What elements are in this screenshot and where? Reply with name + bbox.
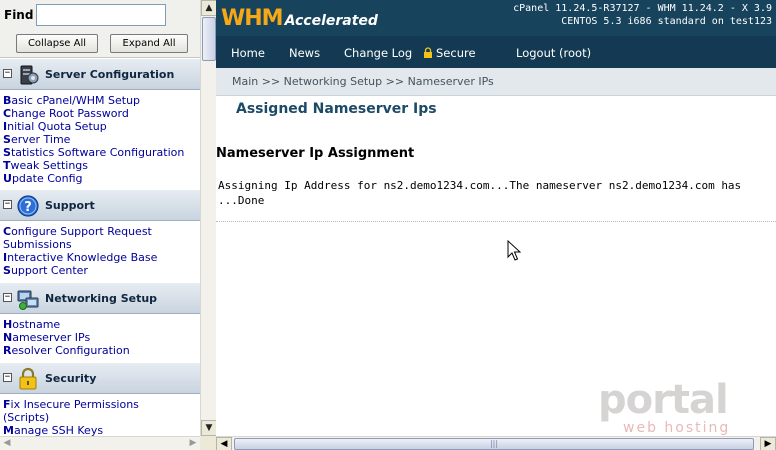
collapse-toggle-icon[interactable]: − bbox=[3, 200, 12, 209]
section-heading: Nameserver Ip Assignment bbox=[216, 146, 415, 161]
sidebar-link-fix-insecure-permissions-cont[interactable]: (Scripts) bbox=[3, 411, 200, 424]
section-header[interactable]: − Server Configuration bbox=[0, 58, 200, 90]
nav-changelog-link[interactable]: Change Log bbox=[344, 46, 412, 60]
section-title: Security bbox=[45, 372, 97, 385]
section-header[interactable]: − Security bbox=[0, 362, 200, 394]
section-title: Server Configuration bbox=[45, 68, 175, 81]
sidebar-link-tweak-settings[interactable]: Tweak Settings bbox=[3, 159, 200, 172]
scroll-right-icon[interactable]: ▶ bbox=[186, 437, 200, 450]
nav-logout-link[interactable]: Logout (root) bbox=[516, 46, 591, 60]
sidebar-link-manage-ssh-keys[interactable]: Manage SSH Keys bbox=[3, 424, 200, 436]
lock-icon bbox=[19, 367, 37, 390]
scroll-up-icon[interactable]: ▲ bbox=[201, 0, 217, 16]
sidebar-link-configure-support-request-cont[interactable]: Submissions bbox=[3, 238, 200, 251]
expand-all-button[interactable]: Expand All bbox=[110, 34, 188, 53]
sidebar-section-security: − Security Fix Insecure Permissions (Scr… bbox=[0, 362, 200, 436]
scroll-right-icon[interactable]: ▶ bbox=[760, 437, 776, 450]
sidebar-link-basic-setup[interactable]: Basic cPanel/WHM Setup bbox=[3, 94, 200, 107]
sidebar-section-support: − ? Support Configure Support Request Su… bbox=[0, 189, 200, 282]
sidebar-link-change-root-password[interactable]: Change Root Password bbox=[3, 107, 200, 120]
svg-text:?: ? bbox=[24, 200, 32, 215]
sidebar-link-statistics-software[interactable]: Statistics Software Configuration bbox=[3, 146, 200, 159]
sidebar-frame: Find Collapse All Expand All − Server Co… bbox=[0, 0, 200, 436]
scroll-down-icon[interactable]: ▼ bbox=[201, 420, 217, 436]
scroll-thumb[interactable] bbox=[202, 17, 216, 61]
scroll-thumb[interactable]: ||| bbox=[234, 438, 754, 450]
server-icon bbox=[20, 65, 39, 85]
server-info: CENTOS 5.3 i686 standard on test123 bbox=[561, 16, 772, 27]
network-icon bbox=[17, 290, 39, 310]
collapse-all-button[interactable]: Collapse All bbox=[16, 34, 98, 53]
sidebar-link-knowledge-base[interactable]: Interactive Knowledge Base bbox=[3, 251, 200, 264]
command-output-line: ...Done bbox=[218, 194, 265, 207]
collapse-toggle-icon[interactable]: − bbox=[3, 293, 12, 302]
section-header[interactable]: − ? Support bbox=[0, 189, 200, 221]
nav-news-link[interactable]: News bbox=[289, 46, 320, 60]
sidebar-link-hostname[interactable]: Hostname bbox=[3, 318, 200, 331]
sidebar-link-configure-support-request[interactable]: Configure Support Request bbox=[3, 225, 200, 238]
breadcrumb[interactable]: Main >> Networking Setup >> Nameserver I… bbox=[232, 75, 494, 88]
sidebar-link-fix-insecure-permissions[interactable]: Fix Insecure Permissions bbox=[3, 398, 200, 411]
find-panel: Find Collapse All Expand All bbox=[0, 0, 200, 58]
whm-logo[interactable]: WHM Accelerated bbox=[221, 6, 378, 32]
scroll-left-icon[interactable]: ◀ bbox=[216, 437, 232, 450]
scrollbar-corner bbox=[200, 436, 216, 450]
nav-home-link[interactable]: Home bbox=[231, 46, 265, 60]
portal-watermark: portal web hosting bbox=[598, 377, 731, 436]
sidebar-link-initial-quota-setup[interactable]: Initial Quota Setup bbox=[3, 120, 200, 133]
sidebar-link-support-center[interactable]: Support Center bbox=[3, 264, 200, 277]
sidebar-section-networking-setup: − Networking Setup Hostname Nameserver I… bbox=[0, 282, 200, 362]
version-info: cPanel 11.24.5-R37127 - WHM 11.24.2 - X … bbox=[513, 3, 772, 14]
command-output-line: Assigning Ip Address for ns2.demo1234.co… bbox=[218, 179, 742, 192]
sidebar-section-server-configuration: − Server Configuration Basic cPanel/WHM … bbox=[0, 58, 200, 188]
breadcrumb-bar: Main >> Networking Setup >> Nameserver I… bbox=[216, 68, 776, 96]
main-horizontal-scrollbar[interactable]: ◀ ||| ▶ bbox=[216, 436, 776, 450]
nav-secure-link[interactable]: Secure bbox=[424, 46, 476, 60]
collapse-toggle-icon[interactable]: − bbox=[3, 373, 12, 382]
sidebar-horizontal-scrollbar[interactable]: ◀ ▶ bbox=[0, 436, 200, 450]
collapse-toggle-icon[interactable]: − bbox=[3, 69, 12, 78]
sidebar-link-server-time[interactable]: Server Time bbox=[3, 133, 200, 146]
find-input[interactable] bbox=[36, 4, 166, 26]
page-title: Assigned Nameserver Ips bbox=[236, 101, 437, 117]
mouse-cursor-icon bbox=[507, 240, 521, 261]
sidebar-vertical-scrollbar[interactable]: ▲ ▼ bbox=[200, 0, 217, 436]
sidebar-link-resolver-configuration[interactable]: Resolver Configuration bbox=[3, 344, 200, 357]
padlock-icon bbox=[424, 47, 432, 58]
section-header[interactable]: − Networking Setup bbox=[0, 282, 200, 314]
sidebar-link-nameserver-ips[interactable]: Nameserver IPs bbox=[3, 331, 200, 344]
section-title: Support bbox=[45, 199, 95, 212]
sidebar-link-update-config[interactable]: Update Config bbox=[3, 172, 200, 185]
find-label: Find bbox=[4, 8, 34, 22]
section-title: Networking Setup bbox=[45, 292, 158, 305]
header-bar: WHM Accelerated cPanel 11.24.5-R37127 - W… bbox=[216, 0, 776, 36]
scroll-left-icon[interactable]: ◀ bbox=[0, 437, 14, 450]
main-frame: WHM Accelerated cPanel 11.24.5-R37127 - W… bbox=[216, 0, 776, 436]
divider bbox=[216, 221, 776, 222]
help-icon: ? bbox=[17, 195, 39, 217]
top-nav: Home News Change Log Secure Logout (root… bbox=[216, 36, 776, 68]
